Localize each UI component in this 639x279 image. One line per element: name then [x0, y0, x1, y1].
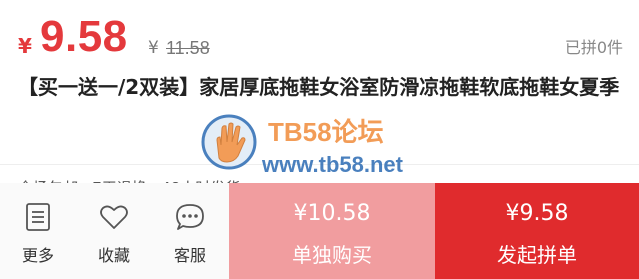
current-price: 9.58: [40, 12, 128, 61]
original-price-currency: ¥: [148, 38, 159, 58]
more-button[interactable]: 更多: [0, 183, 76, 279]
customer-service-button[interactable]: 客服: [152, 183, 229, 279]
watermark-brand: TB58论坛: [268, 117, 384, 147]
buy-alone-price: ¥10.58: [293, 201, 371, 226]
chat-bubble-icon: [176, 204, 204, 230]
favorite-button[interactable]: 收藏: [76, 183, 152, 279]
list-icon: [26, 203, 50, 231]
price-currency: ¥: [18, 34, 32, 58]
favorite-label: 收藏: [97, 246, 130, 265]
price-row: ¥ 9.58 ¥ 11.58 已拼0件: [18, 12, 623, 64]
bottom-action-bar: 更多 收藏 客服 ¥10.58 单独购买 ¥9.58 发起拼单: [0, 183, 639, 279]
group-buy-button[interactable]: ¥9.58 发起拼单: [435, 183, 639, 279]
buy-alone-button[interactable]: ¥10.58 单独购买: [229, 183, 435, 279]
buy-alone-label: 单独购买: [292, 243, 372, 267]
more-label: 更多: [21, 246, 54, 265]
watermark-url: www.tb58.net: [262, 152, 403, 177]
heart-icon: [100, 205, 128, 229]
sold-count: 已拼0件: [564, 38, 623, 57]
group-buy-price: ¥9.58: [505, 201, 569, 226]
hand-logo-icon: [201, 114, 257, 170]
product-title: 【买一送一/2双装】家居厚底拖鞋女浴室防滑凉拖鞋软底拖鞋女夏季: [18, 75, 620, 99]
service-label: 客服: [173, 246, 206, 265]
watermark: TB58论坛 www.tb58.net: [200, 110, 470, 180]
group-buy-label: 发起拼单: [497, 243, 577, 267]
original-price: 11.58: [166, 38, 210, 58]
